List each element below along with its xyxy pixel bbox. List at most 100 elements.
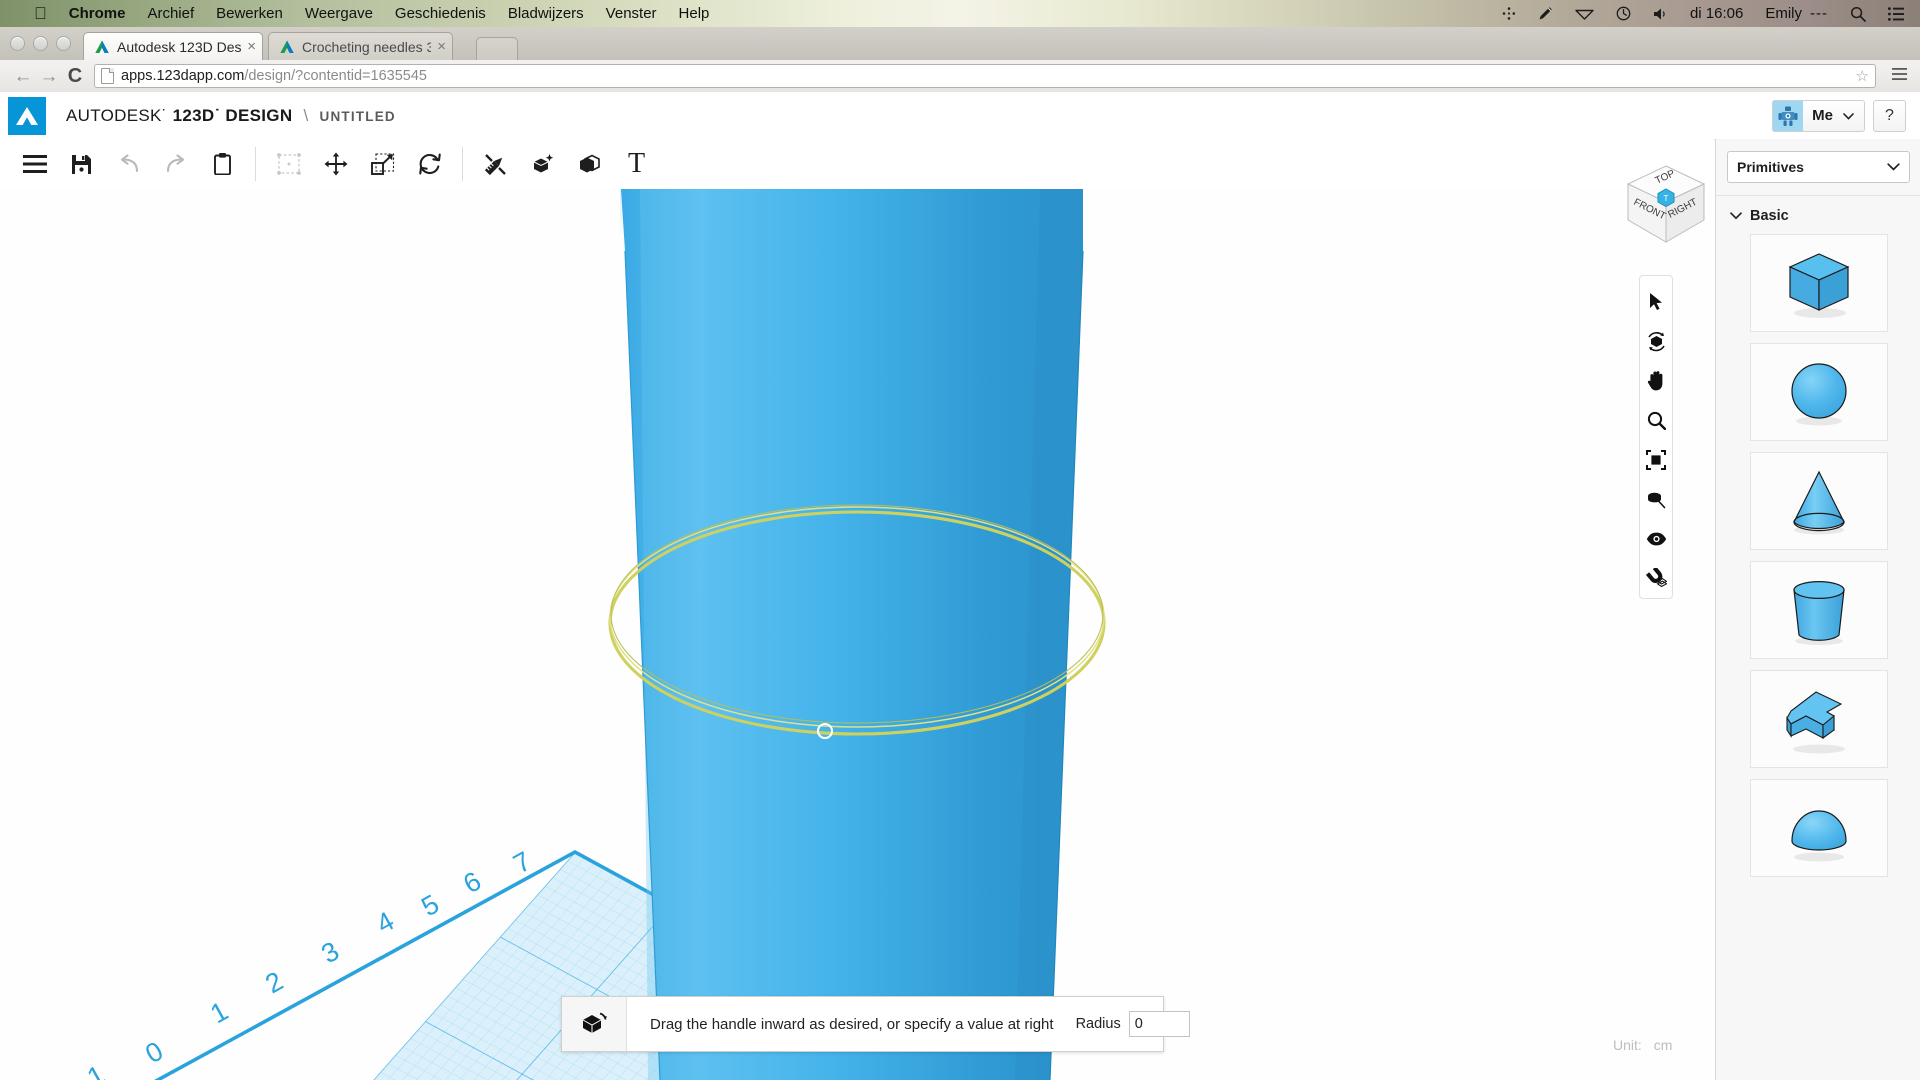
undo-button[interactable] [105, 142, 152, 186]
toolbar-group-file [0, 139, 246, 189]
construct-button[interactable] [519, 142, 566, 186]
radius-input[interactable] [1128, 1011, 1190, 1037]
save-button[interactable] [58, 142, 105, 186]
svg-text:2: 2 [260, 966, 288, 1000]
primitives-grid [1716, 230, 1920, 877]
section-label: Basic [1750, 208, 1789, 224]
menu-item-venster[interactable]: Venster [606, 5, 657, 22]
transform-button[interactable] [265, 142, 312, 186]
category-dropdown[interactable]: Primitives [1727, 151, 1910, 183]
account-menu-button[interactable]: Me [1772, 99, 1865, 132]
hand-icon[interactable] [1639, 361, 1673, 401]
timemachine-icon[interactable] [1616, 6, 1631, 21]
main-toolbar: T [0, 139, 1714, 190]
primitive-wedge[interactable] [1749, 670, 1888, 768]
move-button[interactable] [312, 142, 359, 186]
menu-item-geschiedenis[interactable]: Geschiedenis [395, 5, 486, 22]
reload-button[interactable]: C [62, 66, 88, 86]
svg-text:7: 7 [508, 846, 536, 880]
toolbar-divider [255, 147, 256, 181]
text-T-icon: T [627, 148, 646, 179]
spotlight-search-icon[interactable] [1850, 6, 1866, 22]
browser-tab-title: Crocheting needles 3D Mo [302, 38, 432, 55]
window-close-button[interactable] [10, 36, 25, 51]
svg-text:5: 5 [416, 889, 444, 923]
close-icon[interactable]: × [437, 39, 446, 54]
primitive-hemisphere[interactable] [1749, 779, 1888, 877]
menu-button[interactable] [11, 142, 58, 186]
volume-icon[interactable] [1653, 7, 1668, 21]
scale-button[interactable] [359, 142, 406, 186]
cursor-arrow-icon[interactable] [1639, 282, 1673, 322]
combine-button[interactable] [566, 142, 613, 186]
product-label: 123D˙ DESIGN [172, 105, 293, 125]
view-cube[interactable]: TOP FRONT RIGHT T [1620, 158, 1712, 250]
autodesk-favicon [94, 39, 110, 55]
window-zoom-button[interactable] [56, 36, 71, 51]
chevron-down-icon [1887, 160, 1900, 174]
browser-tab-active[interactable]: Autodesk 123D Design × [83, 32, 263, 60]
menu-item-archief[interactable]: Archief [147, 5, 194, 22]
address-bar[interactable]: apps.123dapp.com /design/?contentid=1635… [94, 64, 1876, 88]
primitive-box[interactable] [1749, 234, 1888, 332]
new-tab-button[interactable] [476, 37, 518, 60]
orbit-icon[interactable] [1639, 322, 1673, 362]
help-button[interactable]: ? [1873, 99, 1906, 132]
apple-logo-icon[interactable]:  [34, 5, 47, 22]
rotate-button[interactable] [406, 142, 453, 186]
app-header: AUTODESK˙ 123D˙ DESIGN \ UNTITLED Me ? [0, 92, 1920, 140]
sketch-button[interactable] [472, 142, 519, 186]
magnifier-icon[interactable] [1639, 401, 1673, 441]
browser-window: Autodesk 123D Design × Crocheting needle… [0, 27, 1920, 93]
svg-text:0: 0 [140, 1036, 168, 1070]
primitive-cylinder[interactable] [1749, 561, 1888, 659]
wifi-icon[interactable] [1575, 7, 1594, 20]
viewport-3d[interactable]: -2 -1 0 1 2 3 4 5 6 7 [0, 189, 1714, 1080]
svg-text:4: 4 [371, 906, 399, 940]
magnet-grid-icon[interactable] [1639, 559, 1673, 599]
menu-item-bewerken[interactable]: Bewerken [216, 5, 283, 22]
page-info-icon[interactable] [101, 68, 114, 84]
command-bar: Drag the handle inward as desired, or sp… [561, 996, 1190, 1052]
hamburger-menu-icon[interactable] [1886, 67, 1912, 85]
brand-label: AUTODESK˙ [66, 105, 168, 125]
account-label: Me [1812, 107, 1833, 124]
url-host: apps.123dapp.com [121, 68, 245, 84]
browser-tab-strip: Autodesk 123D Design × Crocheting needle… [0, 27, 1920, 60]
fit-to-window-icon[interactable] [1639, 440, 1673, 480]
svg-text:3: 3 [316, 936, 344, 970]
menu-bar-clock[interactable]: di 16:06 [1690, 5, 1743, 22]
back-button[interactable]: ← [10, 67, 36, 86]
zoom-object-icon[interactable] [1639, 480, 1673, 520]
window-minimize-button[interactable] [33, 36, 48, 51]
eye-icon[interactable] [1639, 519, 1673, 559]
title-separator: \ [303, 105, 309, 125]
bluetooth-icon[interactable] [1502, 6, 1516, 21]
document-name: UNTITLED [319, 108, 396, 124]
header-actions: Me ? [1772, 99, 1906, 132]
primitive-cone[interactable] [1749, 452, 1888, 550]
chevron-down-icon [1843, 109, 1864, 123]
menu-bar-user[interactable]: Emily [1765, 5, 1802, 22]
menu-item-bladwijzers[interactable]: Bladwijzers [508, 5, 584, 22]
primitives-panel: Primitives Basic [1715, 139, 1920, 1080]
menu-bar-user-extra: --- [1810, 5, 1828, 22]
autodesk-favicon [279, 39, 295, 55]
menu-item-chrome[interactable]: Chrome [69, 5, 126, 22]
redo-button[interactable] [152, 142, 199, 186]
text-button[interactable]: T [613, 142, 660, 186]
star-icon[interactable]: ☆ [1856, 67, 1869, 85]
browser-tab-inactive[interactable]: Crocheting needles 3D Mo × [268, 32, 453, 60]
close-icon[interactable]: × [247, 39, 256, 54]
browser-toolbar: ← → C apps.123dapp.com /design/?contenti… [0, 60, 1920, 92]
section-basic-header[interactable]: Basic [1716, 195, 1920, 230]
menu-item-weergave[interactable]: Weergave [305, 5, 373, 22]
menu-item-help[interactable]: Help [679, 5, 710, 22]
paste-button[interactable] [199, 142, 246, 186]
pen-icon[interactable] [1538, 6, 1553, 21]
forward-button[interactable]: → [36, 67, 62, 86]
window-controls[interactable] [10, 36, 71, 51]
primitive-sphere[interactable] [1749, 343, 1888, 441]
notification-center-icon[interactable] [1888, 6, 1904, 21]
svg-text:T: T [1664, 194, 1669, 203]
